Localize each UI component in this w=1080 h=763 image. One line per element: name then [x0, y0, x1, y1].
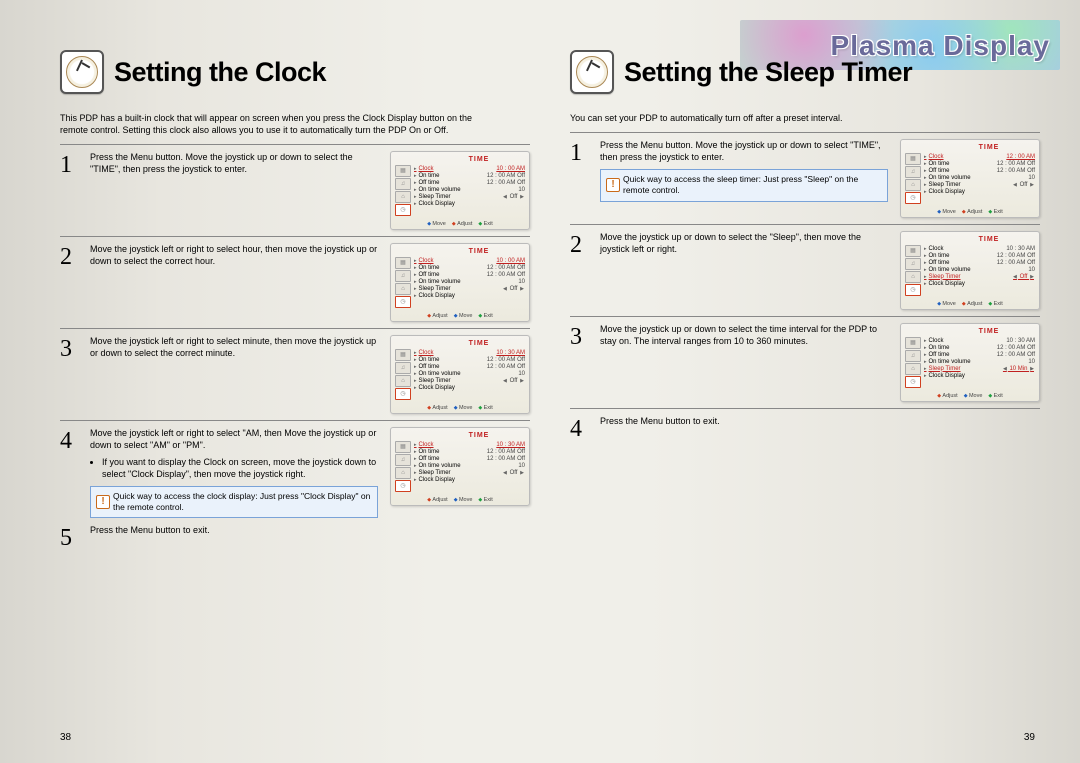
- tip-box: Quick way to access the sleep timer: Jus…: [600, 169, 888, 201]
- right-step-3: 3 Move the joystick up or down to select…: [570, 323, 1040, 402]
- step-bullet: If you want to display the Clock on scre…: [102, 456, 378, 480]
- menu-screenshot: TIME▦♫⌂◷Clock10 : 30 AMOn time12 : 00 AM…: [390, 335, 530, 414]
- page-number-right: 39: [1024, 732, 1035, 743]
- left-column: Setting the Clock This PDP has a built-i…: [60, 50, 530, 723]
- left-step-2: 2 Move the joystick left or right to sel…: [60, 243, 530, 322]
- left-section-head: Setting the Clock: [60, 50, 530, 94]
- step-number: 1: [60, 151, 80, 177]
- left-step-5: 5 Press the Menu button to exit.: [60, 524, 530, 550]
- step-body: Press the Menu button. Move the joystick…: [600, 139, 888, 201]
- left-step-3: 3 Move the joystick left or right to sel…: [60, 335, 530, 414]
- right-section-head: Setting the Sleep Timer: [570, 50, 1040, 94]
- divider: [60, 420, 530, 421]
- right-step-2: 2 Move the joystick up or down to select…: [570, 231, 1040, 310]
- menu-screenshot: TIME▦♫⌂◷Clock10 : 30 AMOn time12 : 00 AM…: [390, 427, 530, 506]
- step-text: Press the Menu button. Move the joystick…: [90, 151, 378, 177]
- left-intro: This PDP has a built-in clock that will …: [60, 112, 500, 136]
- divider: [570, 316, 1040, 317]
- divider: [60, 144, 530, 145]
- step-number: 2: [570, 231, 590, 257]
- page-columns: Setting the Clock This PDP has a built-i…: [60, 50, 1040, 723]
- menu-screenshot: TIME▦♫⌂◷Clock10 : 30 AMOn time12 : 00 AM…: [900, 231, 1040, 310]
- step-text: Press the Menu button to exit.: [90, 524, 530, 550]
- left-step-4: 4 Move the joystick left or right to sel…: [60, 427, 530, 518]
- step-text: Move the joystick up or down to select t…: [600, 231, 888, 257]
- left-section-title: Setting the Clock: [114, 57, 326, 88]
- step-number: 4: [570, 415, 590, 441]
- left-step-1: 1 Press the Menu button. Move the joysti…: [60, 151, 530, 230]
- step-number: 3: [60, 335, 80, 361]
- menu-screenshot: TIME▦♫⌂◷Clock10 : 00 AMOn time12 : 00 AM…: [390, 151, 530, 230]
- divider: [60, 328, 530, 329]
- step-number: 1: [570, 139, 590, 201]
- step-text: Move the joystick up or down to select t…: [600, 323, 888, 349]
- step-text: Press the Menu button to exit.: [600, 415, 1040, 441]
- right-section-title: Setting the Sleep Timer: [624, 57, 912, 88]
- step-text: Press the Menu button. Move the joystick…: [600, 140, 881, 162]
- menu-screenshot: TIME▦♫⌂◷Clock10 : 30 AMOn time12 : 00 AM…: [900, 323, 1040, 402]
- clock-icon: [60, 50, 104, 94]
- menu-screenshot: TIME▦♫⌂◷Clock10 : 00 AMOn time12 : 00 AM…: [390, 243, 530, 322]
- menu-screenshot: TIME▦♫⌂◷Clock12 : 00 AMOn time12 : 00 AM…: [900, 139, 1040, 218]
- right-step-1: 1 Press the Menu button. Move the joysti…: [570, 139, 1040, 218]
- tip-box: Quick way to access the clock display: J…: [90, 486, 378, 518]
- step-bullets: If you want to display the Clock on scre…: [90, 456, 378, 480]
- divider: [60, 236, 530, 237]
- step-number: 3: [570, 323, 590, 349]
- step-text: Move the joystick left or right to selec…: [90, 243, 378, 269]
- step-text: Move the joystick left or right to selec…: [90, 335, 378, 361]
- right-column: Setting the Sleep Timer You can set your…: [570, 50, 1040, 723]
- divider: [570, 132, 1040, 133]
- right-step-4: 4 Press the Menu button to exit.: [570, 415, 1040, 441]
- step-text: Move the joystick left or right to selec…: [90, 428, 376, 450]
- step-number: 2: [60, 243, 80, 269]
- step-number: 4: [60, 427, 80, 518]
- divider: [570, 408, 1040, 409]
- step-number: 5: [60, 524, 80, 550]
- step-body: Move the joystick left or right to selec…: [90, 427, 378, 518]
- page-number-left: 38: [60, 732, 71, 743]
- divider: [570, 224, 1040, 225]
- clock-icon: [570, 50, 614, 94]
- right-intro: You can set your PDP to automatically tu…: [570, 112, 1010, 124]
